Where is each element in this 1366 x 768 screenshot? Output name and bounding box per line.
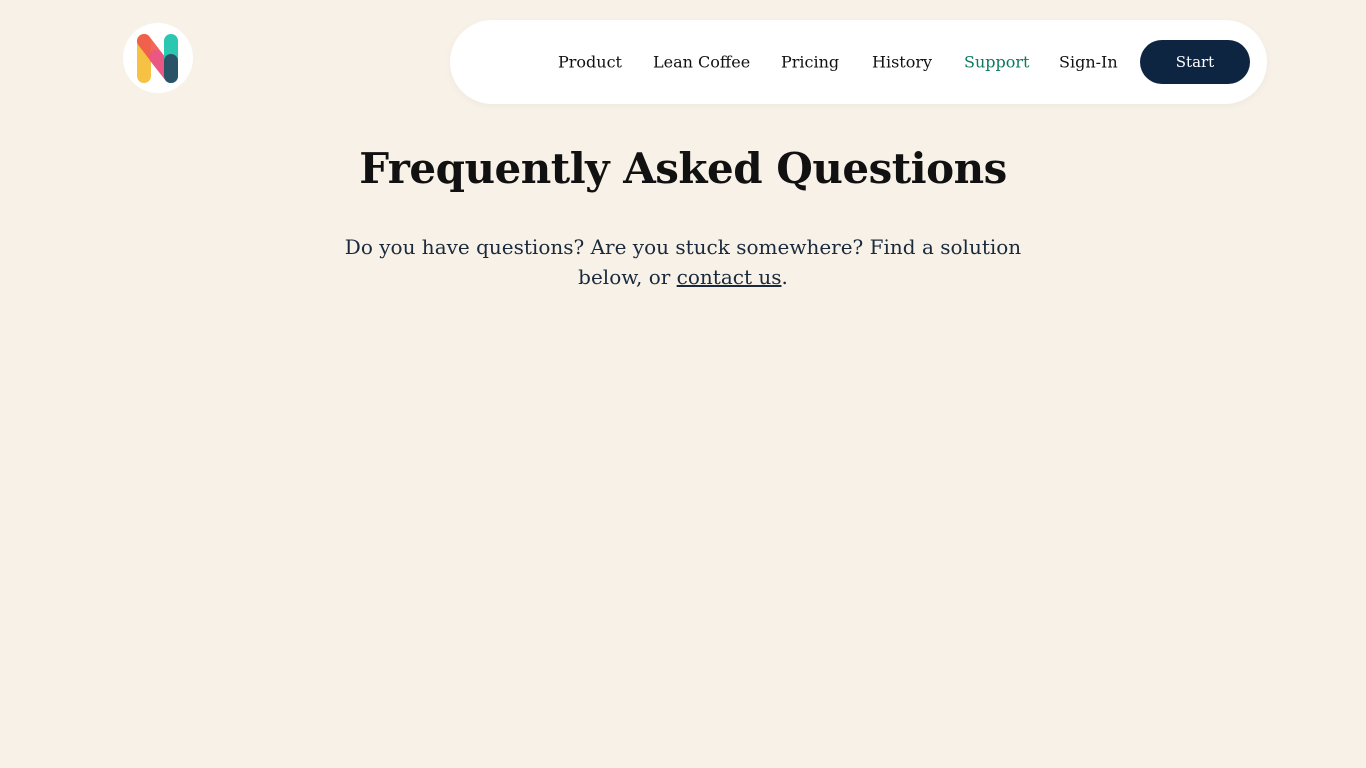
nav-link-sign-in[interactable]: Sign-In [1059, 53, 1118, 72]
nav-link-history[interactable]: History [872, 53, 932, 72]
contact-us-link[interactable]: contact us [677, 265, 782, 289]
page-title: Frequently Asked Questions [359, 144, 1007, 193]
subtitle-period: . [781, 265, 788, 289]
start-button[interactable]: Start [1140, 40, 1250, 84]
page-subtitle: Do you have questions? Are you stuck som… [313, 232, 1053, 292]
main-navigation: Product Lean Coffee Pricing History Supp… [450, 20, 1267, 104]
nav-link-lean-coffee[interactable]: Lean Coffee [653, 53, 750, 72]
nav-link-pricing[interactable]: Pricing [781, 53, 839, 72]
nav-link-support[interactable]: Support [964, 53, 1029, 72]
nav-link-product[interactable]: Product [558, 53, 622, 72]
n-letter-logo-icon [137, 34, 178, 83]
home-logo-link[interactable] [123, 23, 193, 93]
page: Product Lean Coffee Pricing History Supp… [0, 0, 1366, 768]
